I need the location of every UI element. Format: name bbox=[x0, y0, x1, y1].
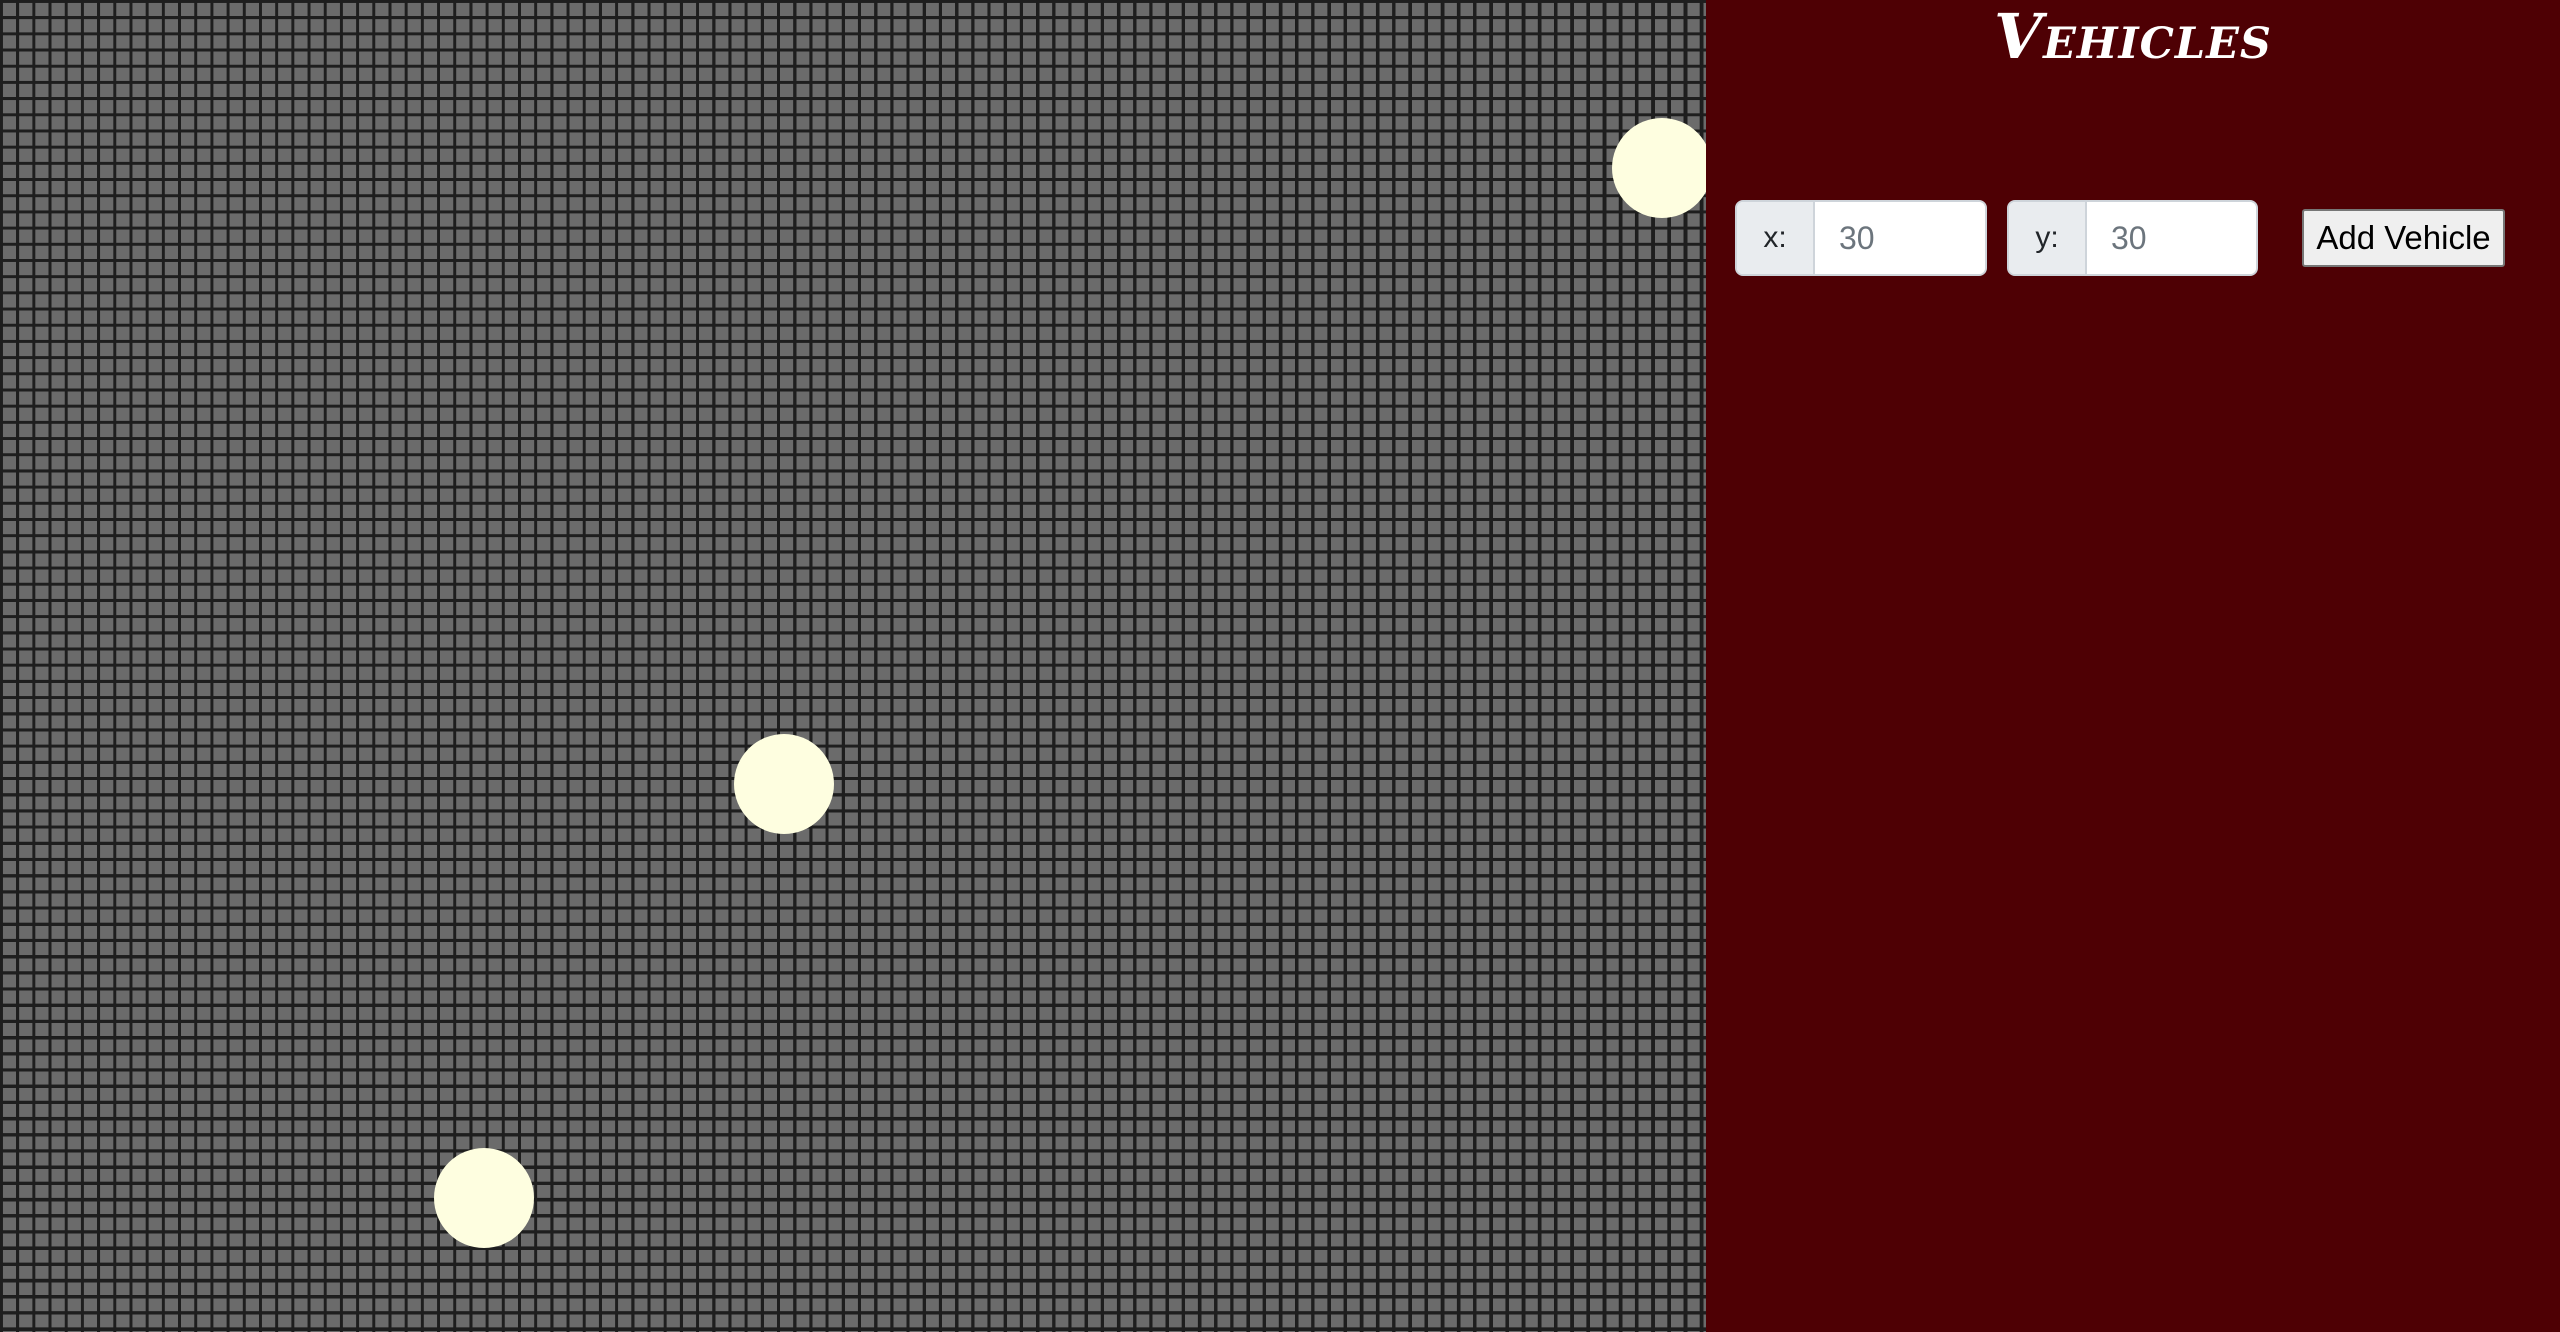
vehicle-marker[interactable] bbox=[1612, 118, 1706, 218]
x-input[interactable] bbox=[1815, 202, 1985, 274]
y-input[interactable] bbox=[2087, 202, 2256, 274]
vehicles-panel: Vehicles x: y: Add Vehicle bbox=[1706, 0, 2560, 1332]
y-input-group: y: bbox=[2007, 200, 2258, 276]
x-label: x: bbox=[1737, 202, 1815, 274]
vehicle-marker[interactable] bbox=[734, 734, 834, 834]
panel-title: Vehicles bbox=[1994, 0, 2272, 73]
grid-horizontal-lines bbox=[0, 0, 1706, 1332]
add-vehicle-button[interactable]: Add Vehicle bbox=[2302, 209, 2505, 267]
y-label: y: bbox=[2009, 202, 2087, 274]
x-input-group: x: bbox=[1735, 200, 1987, 276]
vehicle-marker[interactable] bbox=[434, 1148, 534, 1248]
app-root: Vehicles x: y: Add Vehicle bbox=[0, 0, 2560, 1332]
grid-canvas[interactable] bbox=[0, 0, 1706, 1332]
